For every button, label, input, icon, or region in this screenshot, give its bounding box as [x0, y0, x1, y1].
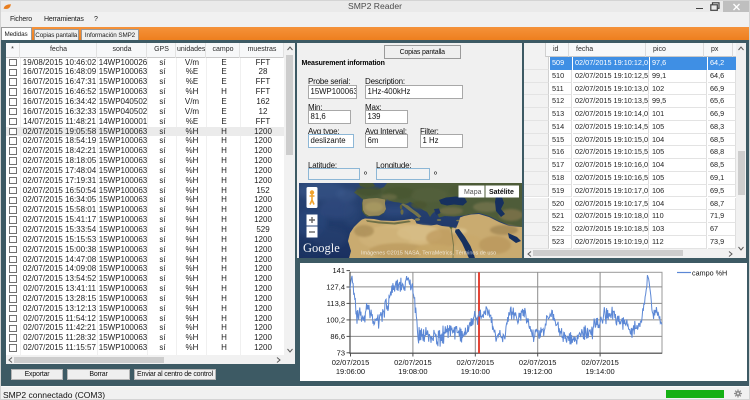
svg-text:02/07/2015: 02/07/2015	[332, 358, 370, 367]
svg-text:Imágenes ©2015 NASA, TerraMetr: Imágenes ©2015 NASA, TerraMetrics, Térmi…	[361, 249, 496, 256]
svg-text:127,4: 127,4	[326, 283, 345, 292]
svg-text:Satélite: Satélite	[489, 189, 514, 196]
svg-text:73: 73	[337, 348, 345, 357]
svg-text:19:08:00: 19:08:00	[398, 367, 427, 376]
svg-text:Google: Google	[303, 241, 340, 255]
svg-text:141: 141	[332, 266, 345, 275]
svg-text:19:14:00: 19:14:00	[585, 367, 614, 376]
svg-text:02/07/2015: 02/07/2015	[457, 358, 495, 367]
svg-text:100,2: 100,2	[326, 316, 345, 325]
svg-text:campo %H: campo %H	[692, 268, 727, 277]
svg-text:19:06:00: 19:06:00	[336, 367, 365, 376]
svg-text:02/07/2015: 02/07/2015	[581, 358, 619, 367]
svg-text:19:12:00: 19:12:00	[523, 367, 552, 376]
svg-text:02/07/2015: 02/07/2015	[519, 358, 557, 367]
svg-text:86,6: 86,6	[330, 332, 345, 341]
svg-text:113,8: 113,8	[327, 299, 345, 308]
svg-text:02/07/2015: 02/07/2015	[394, 358, 432, 367]
svg-text:Mapa: Mapa	[464, 189, 482, 196]
svg-text:19:10:00: 19:10:00	[461, 367, 490, 376]
